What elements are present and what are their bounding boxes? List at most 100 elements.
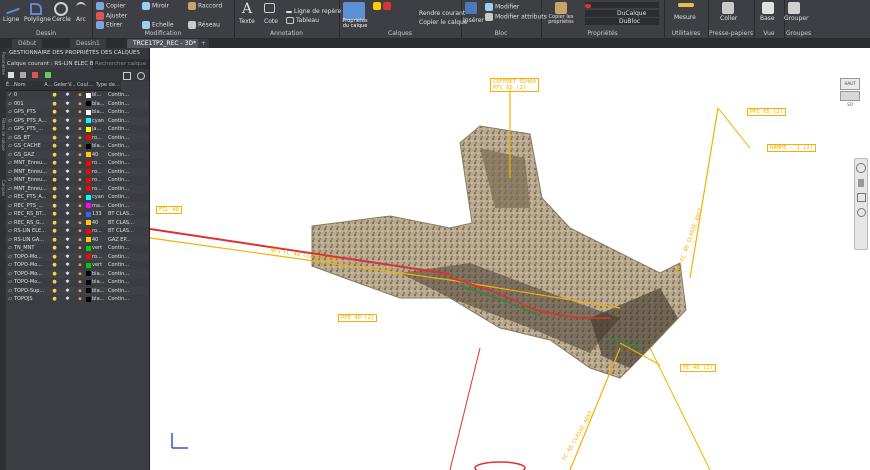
- layer-status-icon[interactable]: ▱: [6, 134, 14, 143]
- set-current-icon[interactable]: [44, 72, 51, 78]
- bulb-icon[interactable]: ●: [48, 142, 61, 151]
- copy-button[interactable]: Copier: [96, 2, 126, 10]
- layer-name[interactable]: TOPO-Mo...: [14, 261, 48, 270]
- layer-properties-button[interactable]: Propriétés du calque: [340, 19, 370, 29]
- layer-color[interactable]: ro...: [86, 227, 108, 236]
- layer-status-icon[interactable]: ▱: [6, 227, 14, 236]
- layer-name[interactable]: TOPO-Mo...: [14, 253, 48, 262]
- layer-name[interactable]: MNT_Enreu...: [14, 168, 48, 177]
- layer-row[interactable]: ▱ RS-LIN GA... ● ✱ ▪ 40 GAZ EP...: [6, 235, 149, 245]
- sun-icon[interactable]: ✱: [61, 134, 74, 143]
- layer-linetype[interactable]: Contin...: [108, 287, 138, 296]
- layer-status-icon[interactable]: ▱: [6, 108, 14, 117]
- trim-button[interactable]: Ajuster: [96, 12, 127, 20]
- layer-linetype[interactable]: Contin...: [108, 142, 138, 151]
- match-properties-button[interactable]: Copier les propriétés: [545, 15, 577, 25]
- sun-icon[interactable]: ✱: [61, 125, 74, 134]
- layer-linetype[interactable]: BT CLAS...: [108, 219, 138, 228]
- layer-color[interactable]: cyan: [86, 117, 108, 126]
- layer-color[interactable]: 133: [86, 210, 108, 219]
- bulb-icon[interactable]: ●: [48, 151, 61, 160]
- bulb-icon[interactable]: ●: [48, 295, 61, 304]
- sun-icon[interactable]: ✱: [61, 261, 74, 270]
- linetype-select[interactable]: DuCalque: [585, 10, 659, 17]
- layer-color[interactable]: bla...: [86, 270, 108, 279]
- bulb-icon[interactable]: ●: [48, 287, 61, 296]
- layer-linetype[interactable]: Contin...: [108, 91, 138, 100]
- layer-color[interactable]: bla...: [86, 142, 108, 151]
- layer-color[interactable]: ro...: [86, 168, 108, 177]
- layer-row[interactable]: ▱ MNT_Enreu... ● ✱ ▪ ro... Contin...: [6, 159, 149, 168]
- col-name[interactable]: Nom: [14, 81, 43, 90]
- edit-block-button[interactable]: Modifier: [485, 3, 519, 11]
- layer-color[interactable]: ja...: [86, 125, 108, 134]
- layer-name[interactable]: REC_RS_G...: [14, 219, 48, 228]
- layer-linetype[interactable]: Contin...: [108, 117, 138, 126]
- layer-row[interactable]: ▱ TOPO-Mo... ● ✱ ▪ bla... Contin...: [6, 269, 149, 279]
- layer-color[interactable]: bla...: [86, 295, 108, 304]
- layer-row[interactable]: ▱ MNT_Enreu... ● ✱ ▪ ro... Contin...: [6, 167, 149, 177]
- layer-row[interactable]: ▱ GS_CACHE ● ✱ ▪ bla... Contin...: [6, 142, 149, 151]
- layer-status-icon[interactable]: ✓: [6, 91, 14, 100]
- col-status[interactable]: É...: [6, 81, 14, 90]
- bulb-icon[interactable]: ●: [48, 176, 61, 185]
- layer-search-input[interactable]: Rechercher calque: [93, 59, 149, 69]
- bulb-icon[interactable]: ●: [48, 236, 61, 245]
- col-lock[interactable]: V...: [67, 81, 77, 90]
- zoom-icon[interactable]: [856, 193, 866, 202]
- layer-status-icon[interactable]: ▱: [6, 244, 14, 253]
- layer-status-icon[interactable]: ▱: [6, 185, 14, 194]
- layer-linetype[interactable]: Contin...: [108, 151, 138, 160]
- col-linetype[interactable]: Type de...: [96, 81, 121, 90]
- layer-name[interactable]: RS-LIN GA...: [14, 236, 48, 245]
- layer-linetype[interactable]: Contin...: [108, 108, 138, 117]
- layer-name[interactable]: GPS_PTS_A...: [14, 117, 48, 126]
- bulb-icon[interactable]: ●: [48, 117, 61, 126]
- new-layer-frozen-icon[interactable]: [20, 72, 27, 78]
- layer-linetype[interactable]: Contin...: [108, 278, 138, 287]
- layer-row[interactable]: ✓ 0 ● ✱ ▪ bl... Contin...: [6, 91, 149, 100]
- sun-icon[interactable]: ✱: [61, 193, 74, 202]
- bulb-icon[interactable]: ●: [48, 134, 61, 143]
- layer-status-icon[interactable]: ▱: [6, 278, 14, 287]
- lock-icon[interactable]: ▪: [74, 287, 86, 296]
- layer-status-icon[interactable]: ▱: [6, 287, 14, 296]
- mirror-button[interactable]: Miroir: [142, 2, 169, 10]
- layer-linetype[interactable]: Contin...: [108, 159, 138, 168]
- layer-linetype[interactable]: Contin...: [108, 176, 138, 185]
- bulb-icon[interactable]: ●: [48, 253, 61, 262]
- layer-status-icon[interactable]: ▱: [6, 261, 14, 270]
- layer-row[interactable]: ▱ TOPO-Sup... ● ✱ ▪ bla... Contin...: [6, 286, 149, 296]
- layer-name[interactable]: REC_PTS_A...: [14, 193, 48, 202]
- sun-icon[interactable]: ✱: [61, 236, 74, 245]
- layer-linetype[interactable]: BT CLAS...: [108, 210, 138, 219]
- layer-row[interactable]: ▱ MNT_Enreu... ● ✱ ▪ ro... Contin...: [6, 176, 149, 185]
- lock-icon[interactable]: ▪: [74, 261, 86, 270]
- layer-linetype[interactable]: Contin...: [108, 253, 138, 262]
- lock-icon[interactable]: ▪: [74, 244, 86, 253]
- sun-icon[interactable]: ✱: [61, 142, 74, 151]
- layer-color[interactable]: 40: [86, 236, 108, 245]
- lock-icon[interactable]: ▪: [74, 151, 86, 160]
- bulb-icon[interactable]: ●: [48, 219, 61, 228]
- layer-color[interactable]: vert: [86, 261, 108, 270]
- sun-icon[interactable]: ✱: [61, 100, 74, 109]
- group-button[interactable]: Grouper: [784, 15, 808, 22]
- layer-color[interactable]: ro...: [86, 159, 108, 168]
- lock-icon[interactable]: ▪: [74, 134, 86, 143]
- layer-linetype[interactable]: Contin...: [108, 185, 138, 194]
- layer-status-icon[interactable]: ▱: [6, 142, 14, 151]
- layer-linetype[interactable]: Contin...: [108, 244, 138, 253]
- sun-icon[interactable]: ✱: [61, 270, 74, 279]
- layer-row[interactable]: ▱ TOPO-Mo... ● ✱ ▪ ro... Contin...: [6, 252, 149, 262]
- layer-row[interactable]: ▱ GPS_PTS ● ✱ ▪ bla... Contin...: [6, 108, 149, 117]
- bulb-icon[interactable]: ●: [48, 278, 61, 287]
- lock-icon[interactable]: ▪: [74, 210, 86, 219]
- sun-icon[interactable]: ✱: [61, 91, 74, 100]
- lock-icon[interactable]: ▪: [74, 227, 86, 236]
- lock-icon[interactable]: ▪: [74, 253, 86, 262]
- fillet-button[interactable]: Raccord: [188, 2, 222, 10]
- make-current-button[interactable]: Rendre courant: [419, 10, 465, 17]
- layer-name[interactable]: GS_BT: [14, 134, 48, 143]
- lock-icon[interactable]: ▪: [74, 108, 86, 117]
